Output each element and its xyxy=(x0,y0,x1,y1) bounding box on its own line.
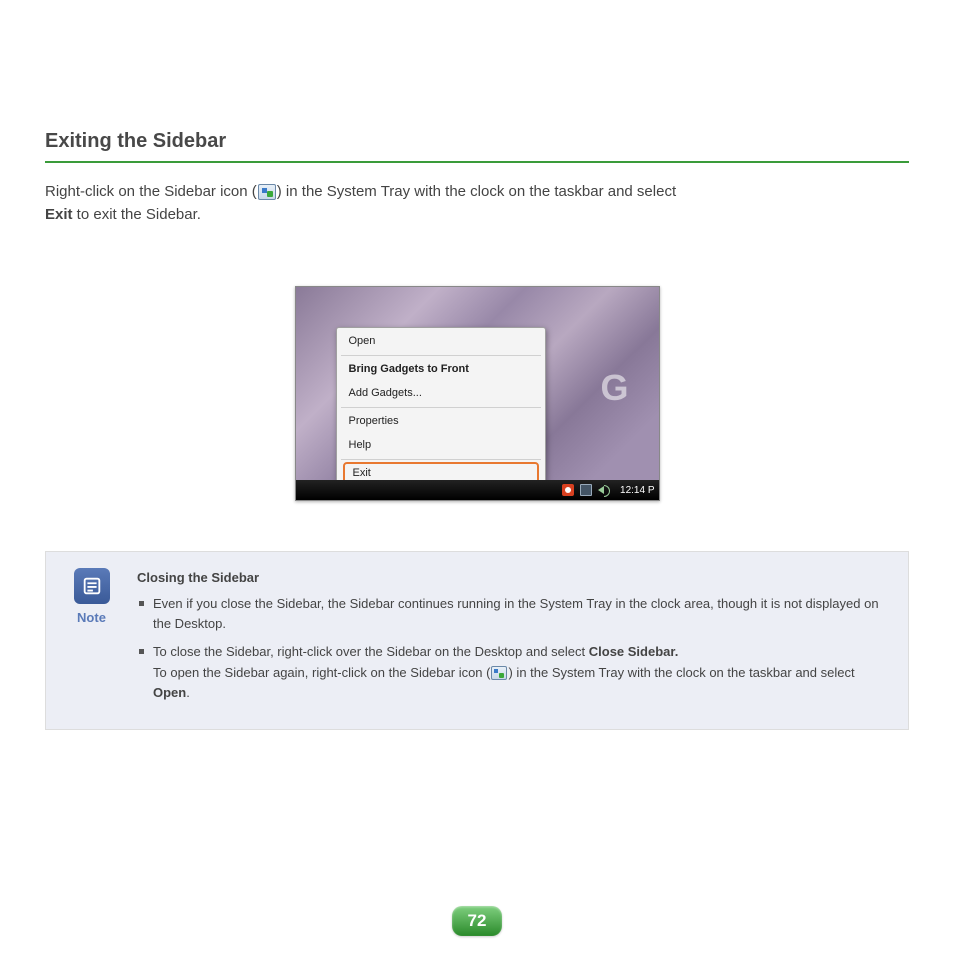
sidebar-context-menu: Open Bring Gadgets to Front Add Gadgets.… xyxy=(336,327,546,489)
security-tray-icon[interactable] xyxy=(562,484,574,496)
note-icon xyxy=(74,568,110,604)
intro-paragraph: Right-click on the Sidebar icon ( ) in th… xyxy=(45,181,909,226)
note-subtitle: Closing the Sidebar xyxy=(137,568,890,588)
note-label: Note xyxy=(64,610,119,625)
menu-item-add-gadgets[interactable]: Add Gadgets... xyxy=(337,382,545,405)
note-left-column: Note xyxy=(64,568,119,711)
menu-separator xyxy=(341,407,541,408)
desktop-screenshot: G Open Bring Gadgets to Front Add Gadget… xyxy=(295,286,660,501)
note-b2-a: To close the Sidebar, right-click over t… xyxy=(153,644,589,659)
intro-bold-exit: Exit xyxy=(45,206,73,223)
note-body: Closing the Sidebar Even if you close th… xyxy=(137,568,890,711)
section-heading: Exiting the Sidebar xyxy=(45,130,909,163)
note-bullet-1: Even if you close the Sidebar, the Sideb… xyxy=(137,594,890,634)
display-tray-icon[interactable] xyxy=(580,484,592,496)
page-number-badge: 72 xyxy=(452,906,502,936)
note-b2-f: . xyxy=(186,685,190,700)
sidebar-tray-icon xyxy=(258,184,276,200)
menu-item-open[interactable]: Open xyxy=(337,330,545,353)
note-bullet-2: To close the Sidebar, right-click over t… xyxy=(137,642,890,702)
note-b2-d: ) in the System Tray with the clock on t… xyxy=(508,665,854,680)
screenshot-container: G Open Bring Gadgets to Front Add Gadget… xyxy=(45,286,909,501)
background-letter: G xyxy=(600,367,628,409)
menu-item-help[interactable]: Help xyxy=(337,434,545,457)
taskbar: 12:14 P xyxy=(296,480,659,500)
note-b2-open: Open xyxy=(153,685,186,700)
intro-text-pre: Right-click on the Sidebar icon ( xyxy=(45,183,257,200)
menu-separator xyxy=(341,459,541,460)
volume-tray-icon[interactable] xyxy=(598,484,610,496)
menu-item-bring-to-front[interactable]: Bring Gadgets to Front xyxy=(337,358,545,381)
note-b2-close-sidebar: Close Sidebar. xyxy=(589,644,679,659)
menu-separator xyxy=(341,355,541,356)
intro-text-tail: to exit the Sidebar. xyxy=(73,206,201,223)
intro-text-post: ) in the System Tray with the clock on t… xyxy=(277,183,676,200)
note-box: Note Closing the Sidebar Even if you clo… xyxy=(45,551,909,730)
menu-item-properties[interactable]: Properties xyxy=(337,410,545,433)
note-b2-c: To open the Sidebar again, right-click o… xyxy=(153,665,490,680)
sidebar-tray-icon xyxy=(491,666,507,680)
taskbar-clock: 12:14 P xyxy=(620,485,654,496)
